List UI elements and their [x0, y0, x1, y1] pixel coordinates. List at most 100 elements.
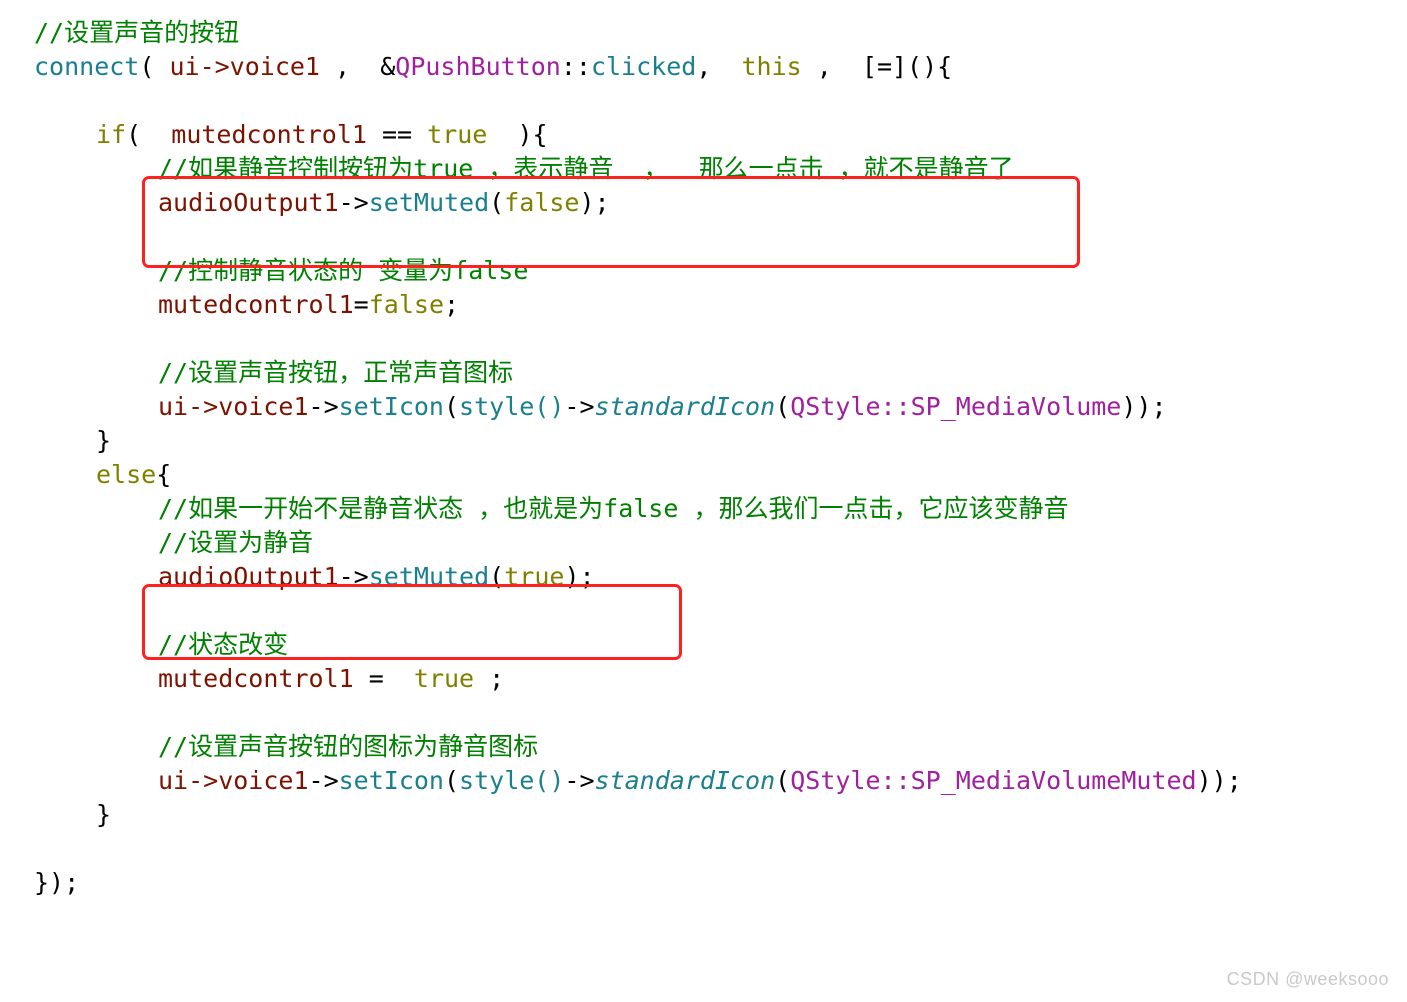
code-line: });: [0, 866, 1407, 900]
token-if: if: [96, 120, 127, 149]
code-line: if( mutedcontrol1 == true ){: [0, 118, 1407, 152]
token-close-call: ));: [1196, 766, 1242, 795]
comment-text: //设置声音按钮，正常声音图标: [158, 358, 514, 387]
token-standardicon: standardIcon: [594, 766, 776, 795]
token-paren: (: [489, 188, 505, 217]
token-qpushbutton: QPushButton: [395, 52, 561, 81]
token-paren: (: [139, 52, 170, 81]
code-line: else{: [0, 458, 1407, 492]
code-line: ui->voice1->setIcon(style()->standardIco…: [0, 390, 1407, 424]
token-semicolon: ;: [444, 290, 460, 319]
code-line: connect( ui->voice1 , &QPushButton::clic…: [0, 50, 1407, 84]
token-lambda-head: , [=](){: [801, 52, 953, 81]
token-connect: connect: [34, 52, 140, 81]
token-false: false: [504, 188, 580, 217]
token-assign: =: [353, 290, 369, 319]
token-assign: =: [353, 664, 414, 693]
token-sp-mediavolumemuted: SP_MediaVolumeMuted: [910, 766, 1197, 795]
comment-text: //设置声音的按钮: [34, 18, 240, 47]
token-brace-open: {: [156, 460, 172, 489]
code-line: audioOutput1->setMuted(false);: [0, 186, 1407, 220]
code-line: //控制静音状态的 变量为false: [0, 254, 1407, 288]
token-lambda-close: });: [34, 868, 80, 897]
token-seticon: setIcon: [338, 392, 444, 421]
code-line: //状态改变: [0, 628, 1407, 662]
token-ui-voice1: ui->voice1: [158, 766, 309, 795]
token-style-call: style(): [459, 766, 565, 795]
code-line: //如果静音控制按钮为true ，表示静音 ， 那么一点击 ，就不是静音了: [0, 152, 1407, 186]
token-paren: (: [443, 766, 460, 795]
token-paren-semicolon: );: [564, 562, 595, 591]
code-line: //设置为静音: [0, 526, 1407, 560]
token-brace-close: }: [96, 800, 112, 829]
token-mutedcontrol1: mutedcontrol1: [158, 290, 354, 319]
token-equality: ==: [366, 120, 428, 149]
token-true: true: [427, 120, 488, 149]
code-line: //如果一开始不是静音状态 ，也就是为false ，那么我们一点击，它应该变静音: [0, 492, 1407, 526]
token-paren: (: [443, 392, 460, 421]
token-audiooutput1: audioOutput1: [158, 188, 339, 217]
token-mutedcontrol1: mutedcontrol1: [158, 664, 354, 693]
token-ampersand: &: [380, 52, 396, 81]
token-arrow: ->: [564, 766, 595, 795]
token-scope: ::: [880, 766, 911, 795]
code-line: //设置声音按钮，正常声音图标: [0, 356, 1407, 390]
token-comma: ,: [696, 52, 742, 81]
token-arrow: ->: [564, 392, 595, 421]
comment-text: //如果静音控制按钮为true ，表示静音 ， 那么一点击 ，就不是静音了: [158, 154, 1014, 183]
token-seticon: setIcon: [338, 766, 444, 795]
token-arrow: ->: [338, 188, 369, 217]
comment-text: //设置声音按钮的图标为静音图标: [158, 732, 539, 761]
token-arrow: ->: [308, 766, 339, 795]
token-ui-voice1: ui->voice1: [169, 52, 320, 81]
token-paren-brace: ){: [487, 120, 548, 149]
token-semicolon: ;: [474, 664, 505, 693]
token-false: false: [368, 290, 444, 319]
code-line: }: [0, 798, 1407, 832]
code-line: //设置声音的按钮: [0, 16, 1407, 50]
comment-text: //控制静音状态的 变量为false: [158, 256, 529, 285]
token-setmuted: setMuted: [368, 562, 490, 591]
token-clicked: clicked: [590, 52, 697, 81]
token-sp-mediavolume: SP_MediaVolume: [910, 392, 1122, 421]
comment-text: //如果一开始不是静音状态 ，也就是为false ，那么我们一点击，它应该变静音: [158, 494, 1069, 523]
code-line: mutedcontrol1 = true ;: [0, 662, 1407, 696]
code-line: ui->voice1->setIcon(style()->standardIco…: [0, 764, 1407, 798]
token-setmuted: setMuted: [368, 188, 490, 217]
token-paren: (: [126, 120, 172, 149]
token-arrow: ->: [308, 392, 339, 421]
token-arrow: ->: [338, 562, 369, 591]
token-true: true: [504, 562, 565, 591]
code-line: audioOutput1->setMuted(true);: [0, 560, 1407, 594]
token-brace-close: }: [96, 426, 112, 455]
code-snippet: //设置声音的按钮 connect( ui->voice1 , &QPushBu…: [0, 0, 1407, 1002]
token-standardicon: standardIcon: [594, 392, 776, 421]
token-mutedcontrol1: mutedcontrol1: [171, 120, 367, 149]
token-scope: ::: [560, 52, 591, 81]
token-paren: (: [489, 562, 505, 591]
code-line: //设置声音按钮的图标为静音图标: [0, 730, 1407, 764]
csdn-watermark: CSDN @weeksooo: [1226, 969, 1389, 989]
token-paren-semicolon: );: [579, 188, 610, 217]
token-style-call: style(): [459, 392, 565, 421]
token-audiooutput1: audioOutput1: [158, 562, 339, 591]
token-close-call: ));: [1121, 392, 1167, 421]
token-paren: (: [775, 392, 791, 421]
code-line: }: [0, 424, 1407, 458]
token-paren: (: [775, 766, 791, 795]
token-ui-voice1: ui->voice1: [158, 392, 309, 421]
token-qstyle: QStyle: [790, 766, 881, 795]
token-scope: ::: [880, 392, 911, 421]
code-line: mutedcontrol1=false;: [0, 288, 1407, 322]
comment-text: //状态改变: [158, 630, 289, 659]
token-qstyle: QStyle: [790, 392, 881, 421]
comment-text: //设置为静音: [158, 528, 314, 557]
token-true: true: [413, 664, 475, 693]
token-comma: ,: [319, 52, 381, 81]
